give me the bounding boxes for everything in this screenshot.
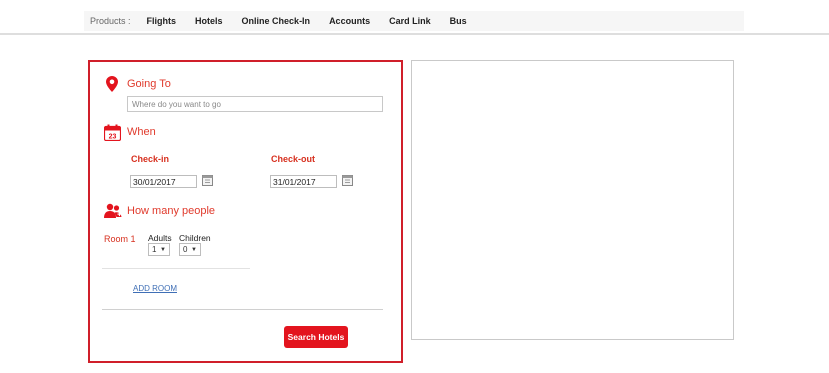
checkout-label: Check-out xyxy=(271,154,316,164)
chevron-down-icon: ▼ xyxy=(160,246,166,253)
children-label: Children xyxy=(179,233,211,243)
products-label: Products : xyxy=(90,16,131,26)
children-select[interactable]: 0 ▼ xyxy=(179,243,201,256)
products-nav: Products : Flights Hotels Online Check-I… xyxy=(84,11,744,31)
checkin-date-input[interactable] xyxy=(130,175,197,188)
when-title: When xyxy=(127,126,156,138)
results-panel xyxy=(411,60,734,340)
add-room-link[interactable]: ADD ROOM xyxy=(133,284,177,293)
people-icon xyxy=(104,203,122,221)
chevron-down-icon: ▼ xyxy=(191,246,197,253)
going-to-title: Going To xyxy=(127,78,171,90)
destination-input[interactable] xyxy=(127,96,383,112)
location-pin-icon xyxy=(106,76,118,94)
nav-link-online-check-in[interactable]: Online Check-In xyxy=(242,16,311,26)
checkout-date-input[interactable] xyxy=(270,175,337,188)
room-divider xyxy=(102,268,250,269)
nav-link-bus[interactable]: Bus xyxy=(450,16,467,26)
adults-value: 1 xyxy=(152,245,157,254)
people-title: How many people xyxy=(127,205,216,217)
header-divider xyxy=(0,33,829,35)
nav-link-flights[interactable]: Flights xyxy=(147,16,177,26)
hotel-search-panel: Going To 23 When Check-in Check-out xyxy=(88,60,403,363)
checkin-label: Check-in xyxy=(131,154,170,164)
room-label: Room 1 xyxy=(104,234,136,244)
children-value: 0 xyxy=(183,245,188,254)
checkout-calendar-picker-icon[interactable] xyxy=(342,175,353,186)
nav-link-card-link[interactable]: Card Link xyxy=(389,16,431,26)
checkin-calendar-picker-icon[interactable] xyxy=(202,175,213,186)
nav-link-hotels[interactable]: Hotels xyxy=(195,16,223,26)
form-divider xyxy=(102,309,383,310)
nav-link-accounts[interactable]: Accounts xyxy=(329,16,370,26)
adults-label: Adults xyxy=(148,233,172,243)
calendar-icon-day: 23 xyxy=(109,134,117,141)
adults-select[interactable]: 1 ▼ xyxy=(148,243,170,256)
calendar-icon: 23 xyxy=(103,124,122,143)
search-hotels-button[interactable]: Search Hotels xyxy=(284,326,348,348)
